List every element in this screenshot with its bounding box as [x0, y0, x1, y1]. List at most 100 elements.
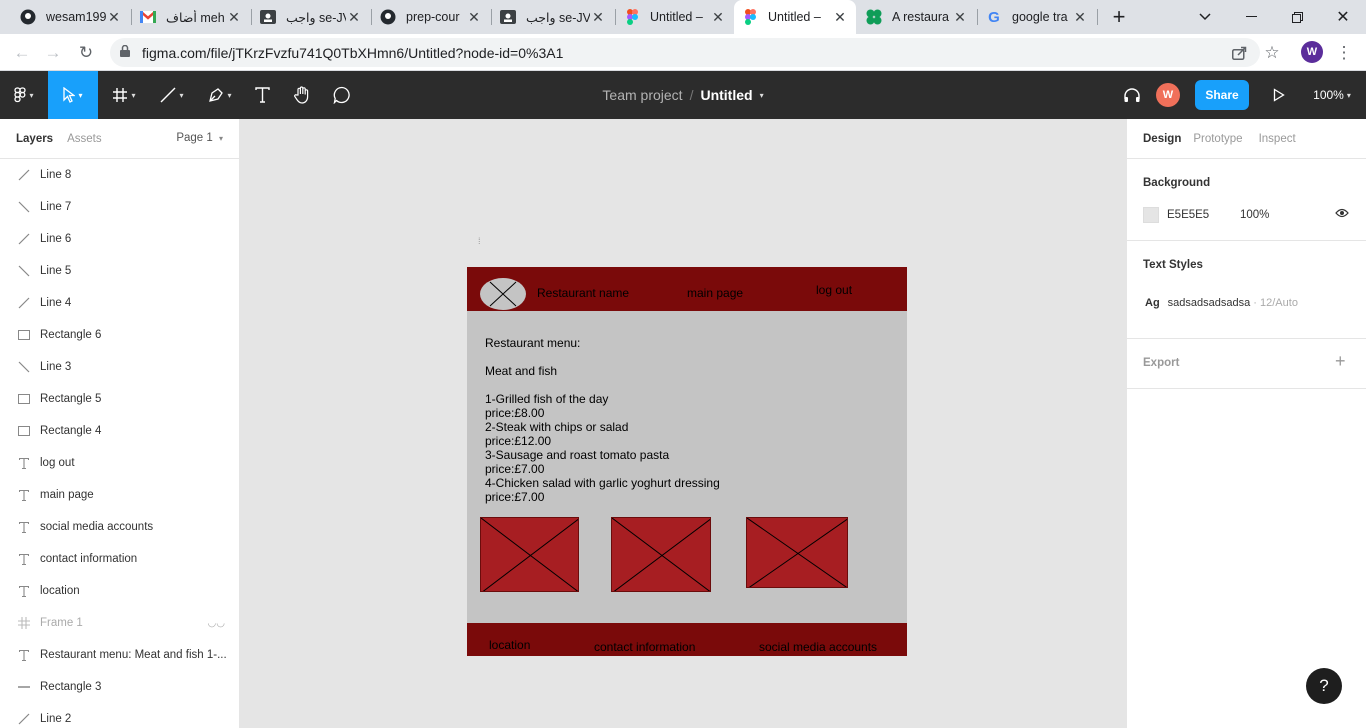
tab-design[interactable]: Design [1143, 133, 1181, 145]
header-main-page[interactable]: main page [687, 286, 743, 300]
share-button[interactable]: Share [1195, 80, 1249, 110]
layer-item[interactable]: Line 4 [0, 287, 239, 319]
footer-social-media-accounts[interactable]: social media accounts [759, 640, 877, 654]
restaurant-menu-text[interactable]: Restaurant menu: Meat and fish 1-Grilled f… [485, 336, 720, 504]
footer-location[interactable]: location [489, 638, 530, 652]
star-icon[interactable]: ☆ [1259, 40, 1285, 66]
frame-footer-bar[interactable]: location contact information social medi… [467, 623, 907, 656]
url-input[interactable]: figma.com/file/jTKrzFvzfu741Q0TbXHmn6/Un… [110, 38, 1260, 67]
layer-item[interactable]: Restaurant menu: Meat and fish 1-... [0, 639, 239, 671]
close-icon[interactable]: ✕ [466, 9, 482, 26]
main-menu-button[interactable]: ▾ [0, 71, 48, 119]
tab-inspect[interactable]: Inspect [1259, 133, 1296, 145]
add-export-plus-icon[interactable]: + [1335, 351, 1346, 372]
tab-prototype[interactable]: Prototype [1193, 133, 1242, 145]
footer-contact-information[interactable]: contact information [594, 640, 695, 654]
new-tab-plus-icon[interactable]: + [1096, 0, 1142, 34]
layer-name: Line 7 [40, 201, 72, 213]
layer-item[interactable]: Rectangle 5 [0, 383, 239, 415]
layer-item[interactable]: Line 3 [0, 351, 239, 383]
shape-tool-button[interactable]: ▾ [152, 71, 192, 119]
layer-item[interactable]: Line 5 [0, 255, 239, 287]
help-button[interactable]: ? [1306, 668, 1342, 704]
text-style-item[interactable]: Ag sadsadsadsadsa · 12/Auto [1145, 297, 1298, 309]
browser-tab-6[interactable]: Untitled – ✕ [616, 0, 734, 34]
share-page-icon[interactable] [1226, 40, 1252, 66]
profile-avatar[interactable]: W [1301, 41, 1323, 63]
canvas[interactable]: ⁞ Restaurant name main page log out Rest… [240, 119, 1126, 728]
frame-header-bar[interactable]: Restaurant name main page log out [467, 267, 907, 311]
close-icon[interactable]: ✕ [1072, 9, 1088, 26]
close-icon[interactable]: ✕ [590, 9, 606, 26]
food-image-placeholder-2[interactable] [611, 517, 711, 592]
tab-assets[interactable]: Assets [67, 133, 102, 145]
layer-item[interactable]: Line 2 [0, 703, 239, 728]
browser-tab-2[interactable]: أضاف meh ✕ [132, 0, 250, 34]
layer-item[interactable]: Rectangle 6 [0, 319, 239, 351]
close-icon[interactable]: ✕ [106, 9, 122, 26]
close-icon[interactable]: ✕ [832, 9, 848, 26]
background-opacity-input[interactable]: 100% [1240, 209, 1269, 221]
page-name: Page 1 [176, 132, 213, 144]
background-color-swatch[interactable] [1143, 207, 1159, 223]
tab-search-chevron-icon[interactable] [1182, 0, 1228, 34]
restore-icon[interactable] [1274, 0, 1320, 34]
file-name[interactable]: Untitled [700, 87, 752, 103]
move-tool-button[interactable]: ▾ [48, 71, 98, 119]
close-icon[interactable]: ✕ [952, 9, 968, 26]
layer-item[interactable]: Rectangle 3 [0, 671, 239, 703]
layer-item[interactable]: Line 7 [0, 191, 239, 223]
audio-headphones-button[interactable] [1118, 71, 1146, 119]
header-log-out[interactable]: log out [816, 283, 852, 297]
present-play-button[interactable] [1266, 71, 1292, 119]
food-image-placeholder-1[interactable] [480, 517, 579, 592]
close-icon[interactable]: ✕ [346, 9, 362, 26]
background-hex-input[interactable]: E5E5E5 [1167, 209, 1209, 221]
browser-tab-5[interactable]: واجب se-JV ✕ [492, 0, 614, 34]
chevron-down-icon[interactable]: ▾ [760, 91, 764, 100]
layer-item[interactable]: location [0, 575, 239, 607]
frame-label-handle[interactable]: ⁞ [478, 236, 481, 246]
frame-tool-button[interactable]: ▾ [104, 71, 144, 119]
header-restaurant-name[interactable]: Restaurant name [537, 286, 629, 300]
tab-title: prep-cour [406, 10, 460, 24]
user-avatar[interactable]: W [1156, 83, 1180, 107]
design-frame[interactable]: Restaurant name main page log out Restau… [467, 267, 907, 656]
close-icon[interactable]: ✕ [226, 9, 242, 26]
food-image-placeholder-3[interactable] [746, 517, 848, 588]
browser-tab-7-active[interactable]: Untitled – ✕ [734, 0, 856, 34]
pen-icon [209, 88, 224, 102]
layer-item[interactable]: Line 6 [0, 223, 239, 255]
layer-item[interactable]: social media accounts [0, 511, 239, 543]
layer-item[interactable]: Frame 1 ◡◡ [0, 607, 239, 639]
team-name[interactable]: Team project [602, 87, 682, 103]
reload-icon[interactable]: ↻ [73, 40, 99, 66]
line-icon [18, 681, 30, 693]
logo-placeholder[interactable] [480, 278, 526, 310]
layer-item[interactable]: contact information [0, 543, 239, 575]
hidden-eye-icon[interactable]: ◡◡ [208, 618, 225, 629]
more-vert-icon[interactable]: ⋮ [1331, 40, 1357, 66]
browser-tab-9[interactable]: G google tra ✕ [978, 0, 1096, 34]
layer-item[interactable]: log out [0, 447, 239, 479]
browser-tab-8[interactable]: A restaura ✕ [858, 0, 976, 34]
layer-item[interactable]: Rectangle 4 [0, 415, 239, 447]
browser-tab-3[interactable]: واجب se-JV ✕ [252, 0, 370, 34]
text-tool-button[interactable] [248, 71, 276, 119]
layer-item[interactable]: Line 8 [0, 159, 239, 191]
comment-tool-button[interactable] [328, 71, 356, 119]
window-close-icon[interactable]: ✕ [1320, 0, 1366, 34]
eye-icon[interactable] [1335, 207, 1349, 221]
browser-tab-4[interactable]: prep-cour ✕ [372, 0, 490, 34]
forward-arrow-icon[interactable]: → [40, 40, 66, 66]
tab-layers[interactable]: Layers [16, 133, 53, 145]
hand-tool-button[interactable] [288, 71, 316, 119]
back-arrow-icon[interactable]: ← [9, 40, 35, 66]
layer-item[interactable]: main page [0, 479, 239, 511]
page-dropdown[interactable]: Page 1 ▾ [176, 132, 223, 144]
browser-tab-1[interactable]: wesam199 ✕ [12, 0, 130, 34]
pen-tool-button[interactable]: ▾ [200, 71, 240, 119]
minimize-icon[interactable] [1228, 0, 1274, 34]
close-icon[interactable]: ✕ [710, 9, 726, 26]
zoom-dropdown[interactable]: 100% ▾ [1304, 71, 1360, 119]
